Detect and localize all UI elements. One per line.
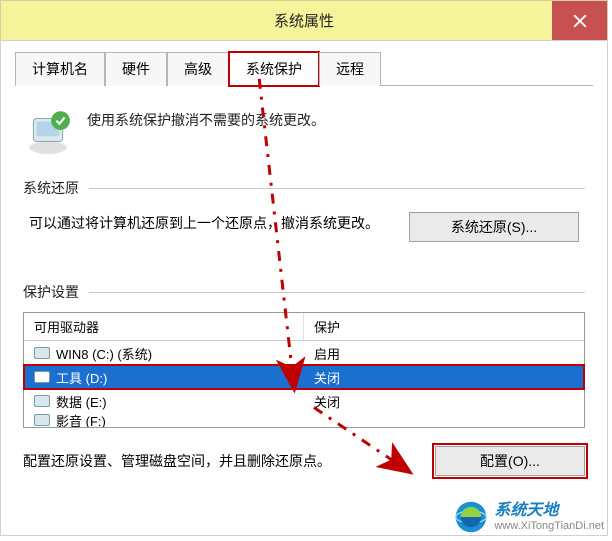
intro-text: 使用系统保护撤消不需要的系统更改。 <box>87 106 325 130</box>
drive-name: WIN8 (C:) (系统) <box>56 344 152 363</box>
col-header-drive[interactable]: 可用驱动器 <box>24 313 304 340</box>
group-protection-settings: 保护设置 可用驱动器 保护 WIN8 (C:) (系统) 启用 工具 (D:) … <box>23 282 585 428</box>
watermark-logo-icon <box>454 500 488 534</box>
drive-row-selected[interactable]: 工具 (D:) 关闭 <box>24 365 584 389</box>
drive-icon <box>34 347 50 359</box>
drive-name: 数据 (E:) <box>56 392 107 411</box>
close-button[interactable] <box>552 1 607 41</box>
system-restore-button[interactable]: 系统还原(S)... <box>409 212 579 242</box>
drive-protection <box>304 416 584 424</box>
tab-hardware[interactable]: 硬件 <box>105 52 167 86</box>
dialog-body: 计算机名 硬件 高级 系统保护 远程 使用系统保护撤消不需要的系统更改。 系统还… <box>0 40 608 536</box>
configure-button[interactable]: 配置(O)... <box>435 446 585 476</box>
configure-description: 配置还原设置、管理磁盘空间，并且删除还原点。 <box>23 451 435 471</box>
window-title: 系统属性 <box>1 10 607 31</box>
drive-icon <box>34 371 50 383</box>
drive-protection: 启用 <box>304 340 584 367</box>
tab-advanced[interactable]: 高级 <box>167 52 229 86</box>
drive-row[interactable]: 数据 (E:) 关闭 <box>24 389 584 413</box>
drive-protection: 关闭 <box>304 364 584 391</box>
watermark-url: www.XiTongTianDi.net <box>494 520 604 532</box>
watermark-title: 系统天地 <box>494 502 604 520</box>
shield-icon <box>23 106 73 156</box>
drive-name: 影音 (F:) <box>56 413 106 427</box>
drive-protection: 关闭 <box>304 388 584 415</box>
restore-description: 可以通过将计算机还原到上一个还原点，撤消系统更改。 <box>29 212 389 234</box>
watermark: 系统天地 www.XiTongTianDi.net <box>454 500 604 534</box>
group-title-protection: 保护设置 <box>23 282 89 302</box>
drive-icon <box>34 395 50 407</box>
tab-computer-name[interactable]: 计算机名 <box>15 52 105 86</box>
drive-row[interactable]: WIN8 (C:) (系统) 启用 <box>24 341 584 365</box>
col-header-protection[interactable]: 保护 <box>304 313 584 340</box>
drive-name: 工具 (D:) <box>56 368 107 387</box>
drive-icon <box>34 414 50 426</box>
drive-list-header: 可用驱动器 保护 <box>24 313 584 341</box>
group-title-restore: 系统还原 <box>23 178 89 198</box>
tab-system-protection[interactable]: 系统保护 <box>229 52 319 86</box>
tab-strip: 计算机名 硬件 高级 系统保护 远程 <box>15 51 593 86</box>
titlebar: 系统属性 <box>0 0 608 40</box>
group-system-restore: 系统还原 可以通过将计算机还原到上一个还原点，撤消系统更改。 系统还原(S)..… <box>23 178 585 246</box>
close-icon <box>573 14 587 28</box>
tab-remote[interactable]: 远程 <box>319 52 381 86</box>
drive-list: 可用驱动器 保护 WIN8 (C:) (系统) 启用 工具 (D:) 关闭 数据… <box>23 312 585 428</box>
drive-row[interactable]: 影音 (F:) <box>24 413 584 427</box>
